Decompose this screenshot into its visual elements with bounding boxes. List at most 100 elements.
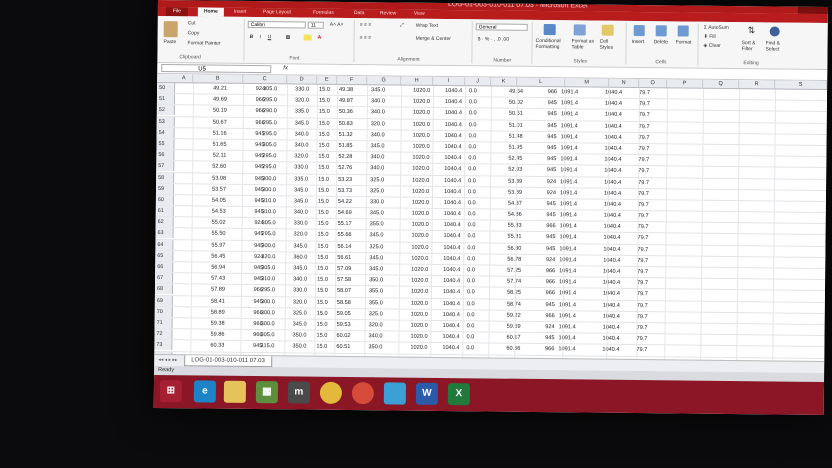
cell-d[interactable]: 290.0 [263,106,277,116]
cell-h[interactable]: 340.0 [371,108,385,118]
cell-f[interactable]: 15.0 [318,197,329,207]
cell-j[interactable]: 1040.4 [445,120,462,130]
cell-i[interactable]: 1020.0 [412,153,429,163]
cell-o[interactable]: 1040.4 [602,334,619,344]
cell-k[interactable]: 0.0 [466,344,474,354]
cell-b[interactable]: 51.65 [212,140,226,150]
column-header-m[interactable]: M [565,78,610,87]
delete-cells-icon[interactable] [655,25,667,37]
cell-m[interactable]: 945 [545,300,554,310]
cell-f[interactable]: 15.0 [317,297,328,307]
fill-button[interactable]: ⬇ Fill [704,34,716,40]
cell-g[interactable]: 55.17 [338,219,352,229]
cell-h[interactable]: 340.0 [371,130,385,140]
cell-f[interactable]: 15.0 [317,286,328,296]
column-header-k[interactable]: K [491,77,518,86]
row-header[interactable]: 57 [156,161,175,172]
cell-j[interactable]: 1040.4 [445,97,462,107]
cell-d[interactable]: 295.0 [263,95,277,105]
number-format-icons[interactable]: $ · % · , .0 .00 [478,36,509,42]
cell-d[interactable]: 305.0 [262,140,276,150]
cell-k[interactable]: 0.0 [467,276,475,286]
files-icon[interactable] [383,382,407,405]
tab-formulas[interactable]: Formulas [313,10,334,16]
clear-button[interactable]: ◈ Clear [704,43,721,49]
cell-o[interactable]: 1040.4 [604,188,621,198]
cell-k[interactable]: 0.0 [467,254,475,264]
cell-h[interactable]: 345.0 [370,208,384,218]
column-header-i[interactable]: I [433,76,466,86]
cell-o[interactable]: 1040.4 [605,99,622,109]
row-header[interactable]: 71 [154,317,173,329]
cell-p[interactable]: 79.7 [639,122,650,132]
cell-b[interactable]: 54.53 [212,207,226,217]
cell-g[interactable]: 57.58 [337,275,351,285]
cell-o[interactable]: 1040.4 [605,88,622,98]
cell-j[interactable]: 1040.4 [443,276,460,286]
cell-mn[interactable]: 1091.4 [561,87,578,97]
row-header[interactable]: 72 [154,329,173,340]
cell-p[interactable]: 79.7 [639,88,650,98]
cell-j[interactable]: 1040.4 [443,287,460,297]
font-size-select[interactable]: 11 [307,21,324,29]
cell-g[interactable]: 56.14 [337,242,351,252]
cell-mn[interactable]: 1091.4 [560,199,577,209]
cell-h[interactable]: 355.0 [369,287,383,297]
cell-mn[interactable]: 1091.4 [560,154,577,164]
cell-k[interactable]: 0.0 [468,198,476,208]
cell-mn[interactable]: 1091.4 [558,333,575,343]
cell-k[interactable]: 0.0 [467,232,476,242]
cell-k[interactable]: 0.0 [468,221,476,231]
cell-k[interactable]: 0.0 [468,209,476,219]
cell-d[interactable]: 300.0 [261,308,275,318]
cell-i[interactable]: 1020.0 [411,321,428,331]
row-header[interactable]: 69 [154,295,173,306]
cell-i[interactable]: 1020.0 [413,86,430,96]
cell-j[interactable]: 1040.4 [444,198,461,208]
cell-i[interactable]: 1020.0 [412,186,429,196]
cell-j[interactable]: 1040.4 [443,243,460,253]
media-app-icon[interactable]: m [287,381,311,404]
cell-j[interactable]: 1040.4 [444,153,461,163]
cell-i[interactable]: 1020.0 [412,198,429,208]
cell-b[interactable]: 59.86 [210,330,224,340]
cell-d[interactable]: 300.0 [262,174,276,184]
cell-p[interactable]: 79.7 [638,178,649,188]
cell-o[interactable]: 1040.4 [604,144,621,154]
cell-j[interactable]: 1040.4 [444,164,461,174]
cell-o[interactable]: 1040.4 [603,323,620,333]
cell-b[interactable]: 60.33 [210,341,224,351]
row-header[interactable]: 61 [155,206,174,217]
cell-b[interactable]: 56.45 [211,251,225,261]
cell-o[interactable]: 1040.4 [603,289,620,299]
cell-m[interactable]: 945 [547,154,556,164]
start-button[interactable]: ⊞ [159,380,183,403]
row-header[interactable]: 73 [154,340,173,351]
cell-d[interactable]: 305.0 [260,330,274,340]
row-header[interactable]: 55 [156,138,175,150]
cell-h[interactable]: 345.0 [370,141,384,151]
cell-h[interactable]: 325.0 [370,186,384,196]
cell-g[interactable]: 54.22 [338,197,352,207]
cell-k[interactable]: 0.0 [469,120,477,130]
cell-g[interactable]: 54.69 [338,208,352,218]
cell-h[interactable]: 345.0 [371,85,385,95]
column-header-o[interactable]: O [639,79,668,88]
cell-j[interactable]: 1040.4 [443,254,460,264]
cell-h[interactable]: 350.0 [368,343,382,353]
cell-m[interactable]: 924 [547,177,556,187]
cell-h[interactable]: 340.0 [370,164,384,174]
tab-home[interactable]: Home [197,7,224,17]
cell-mn[interactable]: 1091.4 [560,188,577,198]
align-top-icons[interactable]: ≡ ≡ ≡ [360,22,372,28]
cell-h[interactable]: 355.0 [369,298,383,308]
cell-o[interactable]: 1040.4 [603,244,620,254]
autosum-button[interactable]: Σ AutoSum [704,25,729,31]
excel-icon[interactable]: X [447,383,471,406]
cell-m[interactable]: 966 [545,311,554,321]
cell-mn[interactable]: 1091.4 [560,221,577,231]
row-header[interactable]: 70 [154,306,173,317]
cell-j[interactable]: 1040.4 [443,321,460,331]
column-header-f[interactable]: F [337,75,368,85]
cell-e[interactable]: 325.0 [293,308,307,318]
